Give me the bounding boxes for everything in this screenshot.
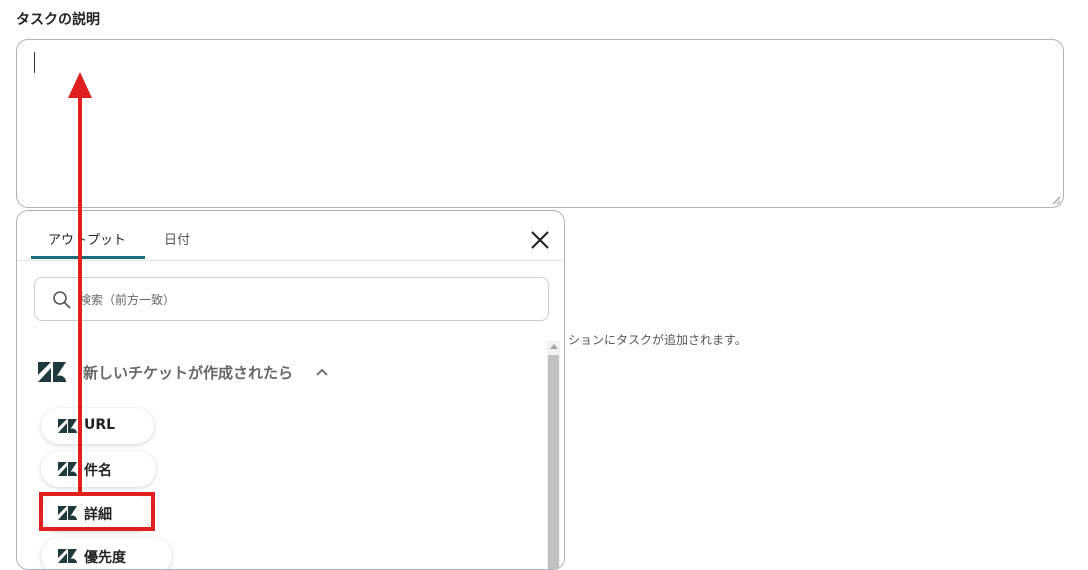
popup-scrollbar[interactable] (547, 341, 560, 569)
trigger-group-header[interactable]: 新しいチケットが作成されたら (35, 357, 355, 387)
popup-tabs: アウトプット 日付 (17, 211, 564, 261)
scroll-thumb[interactable] (548, 355, 559, 569)
zendesk-logo-icon (58, 549, 77, 563)
output-item-label: 件名 (84, 463, 112, 479)
output-item-priority[interactable]: 優先度 (41, 538, 172, 569)
scroll-up-arrow-icon[interactable] (550, 344, 558, 349)
task-description-label: タスクの説明 (16, 12, 100, 28)
active-tab-indicator (31, 256, 145, 259)
trigger-group-title: 新しいチケットが作成されたら (83, 364, 294, 382)
close-icon[interactable] (529, 229, 551, 251)
output-item-label: URL (84, 417, 116, 433)
background-help-text: ションにタスクが追加されます。 (568, 333, 747, 347)
text-caret (34, 52, 35, 73)
output-item-url[interactable]: URL (41, 408, 154, 444)
zendesk-logo-icon (58, 462, 77, 476)
search-icon (53, 291, 71, 309)
zendesk-logo-icon (38, 362, 66, 382)
search-field[interactable] (34, 277, 549, 321)
tab-output[interactable]: アウトプット (48, 229, 126, 248)
annotation-highlight-box (39, 492, 155, 531)
tab-date[interactable]: 日付 (164, 229, 190, 248)
zendesk-logo-icon (58, 419, 77, 433)
output-item-subject[interactable]: 件名 (41, 451, 156, 487)
search-input[interactable] (77, 288, 531, 312)
output-item-label: 優先度 (84, 550, 126, 566)
task-description-textarea[interactable] (16, 39, 1064, 208)
chevron-up-icon[interactable] (315, 365, 329, 379)
resize-grip-icon[interactable] (1052, 196, 1060, 204)
